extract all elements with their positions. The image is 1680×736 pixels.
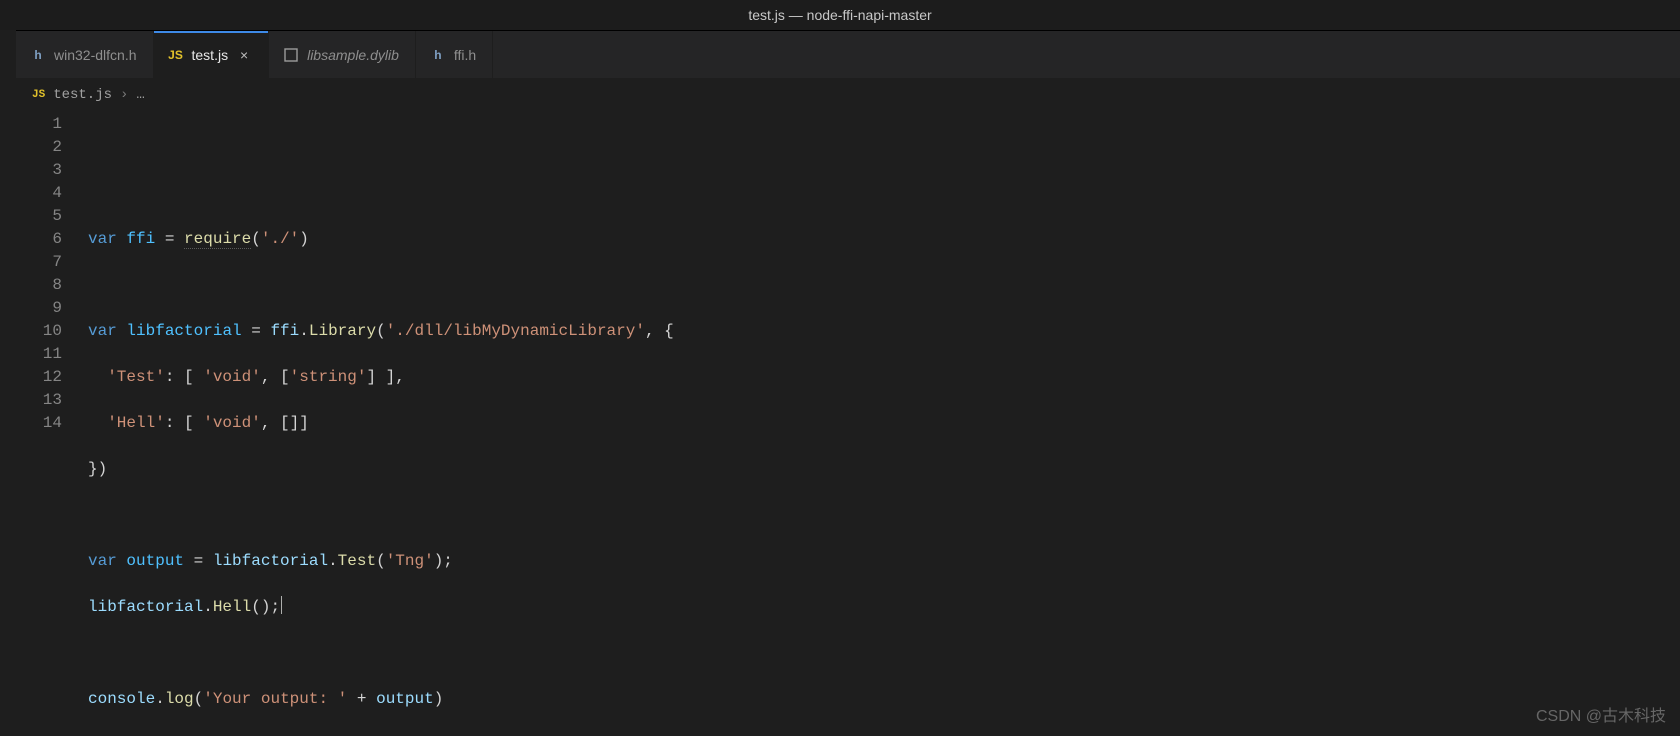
library-file-icon <box>283 47 299 63</box>
line-number-gutter: 1 2 3 4 5 6 7 8 9 10 11 12 13 14 <box>16 113 88 736</box>
tab-label: libsample.dylib <box>307 47 399 63</box>
breadcrumb-separator-icon: › <box>120 87 128 103</box>
js-file-icon: JS <box>168 47 184 63</box>
tab-win32-dlfcn[interactable]: h win32-dlfcn.h <box>16 31 154 79</box>
header-file-icon: h <box>430 47 446 63</box>
breadcrumb-more: … <box>136 87 144 103</box>
tab-libsample[interactable]: libsample.dylib <box>269 31 416 79</box>
tab-label: win32-dlfcn.h <box>54 47 137 63</box>
header-file-icon: h <box>30 47 46 63</box>
code-content[interactable]: var ffi = require('./') var libfactorial… <box>88 113 1680 736</box>
activity-bar <box>0 30 16 736</box>
text-cursor <box>281 596 282 614</box>
breadcrumb[interactable]: JS test.js › … <box>16 79 1680 111</box>
tab-test-js[interactable]: JS test.js × <box>154 31 270 79</box>
tab-label: ffi.h <box>454 47 476 63</box>
watermark: CSDN @古木科技 <box>1536 702 1666 726</box>
close-icon[interactable]: × <box>236 47 252 63</box>
tab-ffi-h[interactable]: h ffi.h <box>416 31 493 79</box>
breadcrumb-file: test.js <box>53 87 112 103</box>
js-file-icon: JS <box>32 89 45 101</box>
code-editor[interactable]: 1 2 3 4 5 6 7 8 9 10 11 12 13 14 var ffi… <box>16 111 1680 736</box>
editor-tabs: h win32-dlfcn.h JS test.js × libsample.d… <box>16 31 1680 79</box>
window-title: test.js — node-ffi-napi-master <box>0 0 1680 30</box>
tab-label: test.js <box>192 47 229 63</box>
